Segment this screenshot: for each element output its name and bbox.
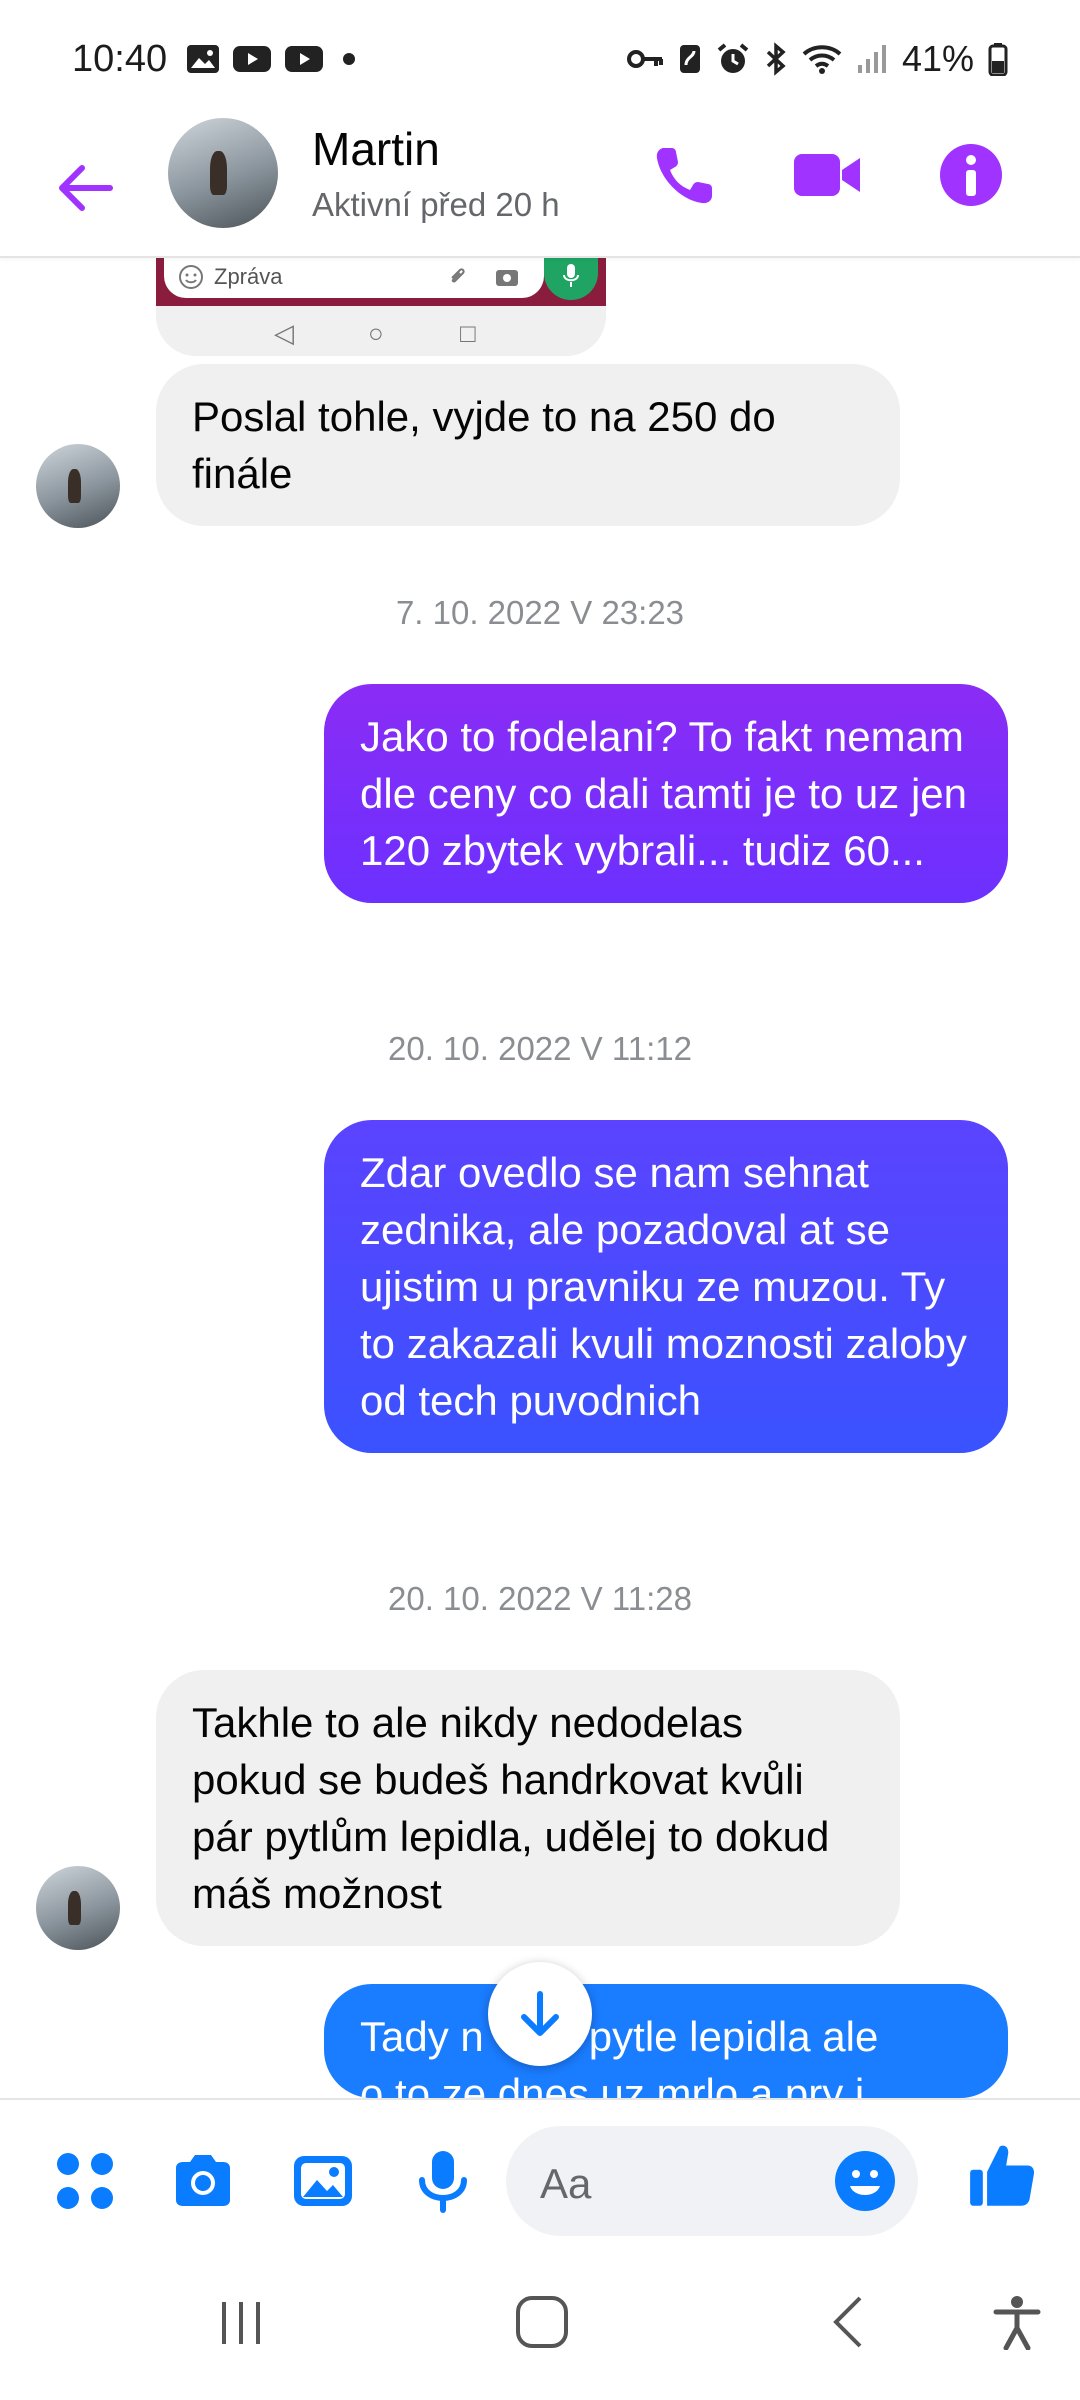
contact-avatar[interactable]: [168, 118, 278, 228]
status-bar: 10:40 41%: [0, 0, 1080, 120]
attachment-input-field: Zpráva: [164, 256, 544, 298]
home-icon[interactable]: [514, 2294, 570, 2350]
message-input-placeholder: Aa: [540, 2160, 592, 2207]
emoji-icon: [179, 265, 203, 289]
battery-percent: 41%: [901, 38, 974, 79]
message-input[interactable]: Aa: [506, 2126, 918, 2236]
paperclip-icon: [451, 268, 465, 283]
sender-avatar[interactable]: [36, 1866, 120, 1950]
contact-active-status: Aktivní před 20 h: [312, 186, 560, 223]
nfc-icon: [679, 45, 700, 73]
accessibility-icon[interactable]: [992, 2294, 1042, 2350]
youtube-icon: [285, 46, 323, 72]
message-sent[interactable]: Jako to fodelani? To fakt nemam dle ceny…: [324, 684, 1008, 903]
camera-icon: [496, 270, 518, 286]
system-icons: 41%: [626, 38, 1008, 80]
message-line: o to ze dnes uz mrlo a pry i: [360, 2070, 865, 2098]
back-icon[interactable]: [828, 2294, 868, 2350]
scroll-to-bottom-button[interactable]: [488, 1962, 592, 2066]
message-sent[interactable]: Zdar ovedlo se nam sehnat zednika, ale p…: [324, 1120, 1008, 1453]
sender-avatar[interactable]: [36, 444, 120, 528]
back-arrow-icon[interactable]: [52, 156, 116, 220]
vpn-key-icon: [626, 50, 663, 68]
status-time: 10:40: [72, 38, 168, 80]
message-received[interactable]: Poslal tohle, vyjde to na 250 do finále: [156, 364, 900, 526]
notification-icons: [186, 44, 362, 74]
system-nav-bar: [0, 2258, 1080, 2400]
message-timestamp: 7. 10. 2022 V 23:23: [395, 594, 685, 631]
wifi-icon: [802, 45, 842, 74]
message-timestamp: 20. 10. 2022 V 11:28: [388, 1580, 692, 1617]
nav-back-icon: ◁: [274, 318, 294, 348]
message-timestamp: 20. 10. 2022 V 11:12: [388, 1030, 692, 1067]
message-received[interactable]: Takhle to ale nikdy nedodelas pokud se b…: [156, 1670, 900, 1946]
nav-home-icon: ○: [368, 318, 384, 348]
contact-name[interactable]: Martin: [312, 122, 440, 176]
image-attachment[interactable]: Zpráva ◁ ○ □: [156, 256, 606, 356]
message-composer: Aa: [0, 2098, 1080, 2260]
camera-icon[interactable]: [170, 2148, 236, 2214]
info-icon[interactable]: [936, 140, 1006, 210]
video-call-icon[interactable]: [792, 140, 862, 210]
attachment-placeholder: Zpráva: [214, 264, 283, 289]
thumbs-up-icon[interactable]: [968, 2140, 1038, 2210]
arrow-down-icon: [521, 1991, 559, 2036]
bluetooth-icon: [766, 42, 786, 76]
apps-icon[interactable]: [52, 2148, 118, 2214]
nav-recents-icon: □: [460, 318, 476, 348]
microphone-icon[interactable]: [410, 2148, 476, 2214]
gallery-icon: [187, 45, 219, 73]
signal-icon: [857, 45, 886, 73]
recent-apps-icon[interactable]: [216, 2298, 266, 2348]
gallery-icon[interactable]: [290, 2148, 356, 2214]
battery-icon: [988, 43, 1008, 76]
phone-call-icon[interactable]: [650, 140, 720, 210]
youtube-icon: [233, 46, 271, 72]
emoji-icon[interactable]: [834, 2150, 896, 2212]
microphone-icon: [563, 264, 579, 287]
message-line: Tady n o pytle lepidla ale: [360, 2013, 879, 2060]
alarm-icon: [717, 43, 749, 73]
dot-icon: [343, 53, 355, 65]
message-sent-partial[interactable]: Tady n o pytle lepidla ale o to ze dnes …: [324, 1984, 1008, 2098]
